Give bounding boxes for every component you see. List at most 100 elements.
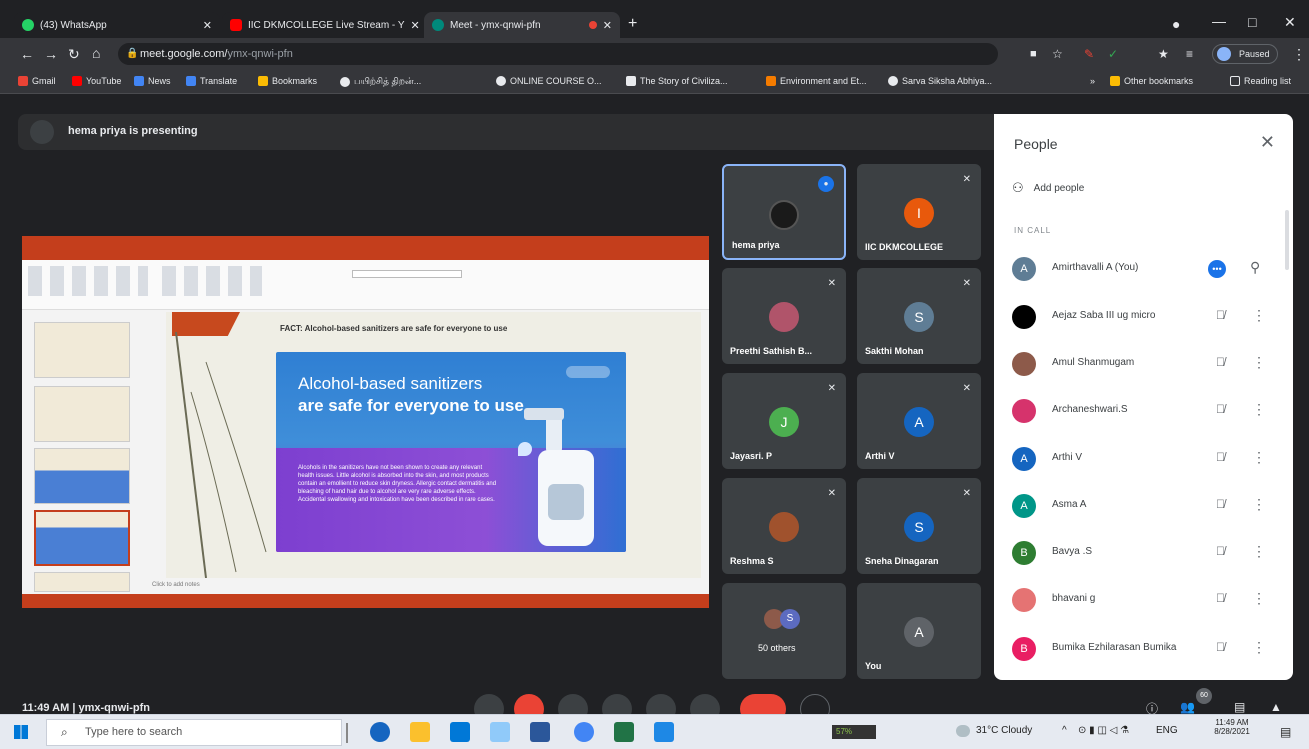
- mic-off-icon: 🎙̸: [1216, 497, 1225, 511]
- tray-chevron-icon[interactable]: ^: [1062, 725, 1067, 736]
- windows-taskbar: ⌕ Type here to search 57% 31°C Cloudy ^ …: [0, 714, 1309, 749]
- bookmark-sarva[interactable]: Sarva Siksha Abhiya...: [888, 76, 992, 86]
- app-icon[interactable]: [490, 722, 510, 742]
- account-icon[interactable]: ●: [1172, 17, 1180, 31]
- photos-icon[interactable]: [654, 722, 674, 742]
- shared-screen: FACT: Alcohol-based sanitizers are safe …: [22, 236, 709, 608]
- avatar: S: [780, 609, 800, 629]
- self-tile[interactable]: A You: [857, 583, 981, 679]
- participant-row[interactable]: B Bumika Ezhilarasan Bumika 🎙̸ ⋮: [994, 628, 1293, 668]
- windows-start-icon[interactable]: [14, 725, 28, 739]
- more-options-icon[interactable]: ⋮: [1252, 543, 1266, 560]
- close-icon[interactable]: ✕: [1260, 132, 1275, 153]
- pin-icon[interactable]: ⚲: [1250, 259, 1260, 276]
- people-icon[interactable]: 👥: [1180, 700, 1195, 714]
- bookmark-gmail[interactable]: Gmail: [18, 76, 56, 86]
- home-icon[interactable]: ⌂: [92, 46, 100, 60]
- slide-thumbnail: [34, 448, 130, 504]
- store-icon[interactable]: [450, 722, 470, 742]
- more-options-icon[interactable]: ⋮: [1252, 401, 1266, 418]
- mic-off-icon: ✕: [962, 383, 971, 394]
- word-icon[interactable]: [530, 722, 550, 742]
- bookmark-translate[interactable]: Translate: [186, 76, 237, 86]
- participant-tile[interactable]: ✕ S Sneha Dinagaran: [857, 478, 981, 574]
- participant-row[interactable]: A Arthi V 🎙̸ ⋮: [994, 438, 1293, 478]
- tab-whatsapp[interactable]: (43) WhatsApp ✕: [14, 12, 220, 38]
- participant-row[interactable]: B Bavya .S 🎙̸ ⋮: [994, 532, 1293, 572]
- bookmark-environment[interactable]: Environment and Et...: [766, 76, 867, 86]
- window-close-icon[interactable]: ✕: [1284, 15, 1296, 29]
- clock[interactable]: 11:49 AM 8/28/2021: [1214, 718, 1250, 736]
- bookmark-youtube[interactable]: YouTube: [72, 76, 121, 86]
- more-options-icon[interactable]: ⋮: [1252, 449, 1266, 466]
- profile-button[interactable]: Paused: [1212, 44, 1278, 64]
- extension-icon[interactable]: ✎: [1084, 47, 1094, 61]
- participant-tile[interactable]: ● hema priya: [722, 164, 846, 260]
- bookmark-star-icon[interactable]: ☆: [1052, 47, 1063, 61]
- participant-tile[interactable]: ✕ S Sakthi Mohan: [857, 268, 981, 364]
- participant-row[interactable]: bhavani g 🎙̸ ⋮: [994, 579, 1293, 619]
- mic-off-icon: ✕: [827, 278, 836, 289]
- back-icon[interactable]: ←: [20, 47, 34, 61]
- add-people-button[interactable]: ⚇ Add people: [1012, 180, 1084, 196]
- more-options-icon[interactable]: ⋮: [1252, 307, 1266, 324]
- language-label[interactable]: ENG: [1156, 725, 1178, 736]
- forward-icon[interactable]: →: [44, 47, 58, 61]
- chat-icon[interactable]: ▤: [1234, 700, 1245, 714]
- close-icon[interactable]: ✕: [603, 19, 612, 32]
- participant-row[interactable]: Amul Shanmugam 🎙̸ ⋮: [994, 343, 1293, 383]
- tab-youtube[interactable]: IIC DKMCOLLEGE Live Stream - Y ✕: [222, 12, 422, 38]
- excel-icon[interactable]: [614, 722, 634, 742]
- mic-off-icon: ✕: [827, 383, 836, 394]
- battery-widget[interactable]: 57%: [832, 725, 876, 739]
- url-input[interactable]: 🔒 meet.google.com/ymx-qnwi-pfn: [118, 43, 998, 65]
- close-icon[interactable]: ✕: [411, 19, 420, 32]
- more-options-icon[interactable]: ⋮: [1252, 639, 1266, 656]
- edge-icon[interactable]: [370, 722, 390, 742]
- notifications-icon[interactable]: ▤: [1280, 725, 1291, 739]
- participant-name: IIC DKMCOLLEGE: [865, 242, 943, 252]
- more-options-icon[interactable]: ⋮: [1252, 590, 1266, 607]
- participant-tile[interactable]: ✕ Reshma S: [722, 478, 846, 574]
- close-icon[interactable]: ✕: [203, 19, 212, 32]
- star-icon: [258, 76, 268, 86]
- others-tile[interactable]: S 50 others: [722, 583, 846, 679]
- bookmark-reading-list[interactable]: Reading list: [1230, 76, 1291, 86]
- reading-list-icon[interactable]: ≡: [1186, 47, 1193, 61]
- more-options-icon[interactable]: ⋮: [1252, 354, 1266, 371]
- weather-label[interactable]: 31°C Cloudy: [976, 725, 1032, 736]
- bookmark-bookmarks[interactable]: Bookmarks: [258, 76, 317, 86]
- participant-row[interactable]: Aejaz Saba III ug micro 🎙̸ ⋮: [994, 296, 1293, 336]
- activities-icon[interactable]: ▲: [1270, 700, 1282, 714]
- mic-off-icon: 🎙̸: [1216, 591, 1225, 605]
- tab-meet[interactable]: Meet - ymx-qnwi-pfn ✕: [424, 12, 620, 38]
- task-view-icon[interactable]: [346, 723, 348, 743]
- participant-row[interactable]: Archaneshwari.S 🎙̸ ⋮: [994, 390, 1293, 430]
- participant-tile[interactable]: ✕ J Jayasri. P: [722, 373, 846, 469]
- bookmark-other[interactable]: Other bookmarks: [1110, 76, 1193, 86]
- reload-icon[interactable]: ↻: [68, 47, 80, 61]
- new-tab-icon[interactable]: +: [628, 16, 637, 32]
- extensions-puzzle-icon[interactable]: ★: [1158, 47, 1169, 61]
- mic-off-icon: ✕: [827, 488, 836, 499]
- bookmark-story[interactable]: The Story of Civiliza...: [626, 76, 728, 86]
- maximize-icon[interactable]: □: [1248, 15, 1256, 29]
- participant-tile[interactable]: ✕ A Arthi V: [857, 373, 981, 469]
- more-options-icon[interactable]: ⋮: [1252, 496, 1266, 513]
- bookmark-tamil[interactable]: பயிற்சித் திறன்...: [340, 76, 421, 88]
- bookmark-news[interactable]: News: [134, 76, 171, 86]
- participant-tile[interactable]: ✕ I IIC DKMCOLLEGE: [857, 164, 981, 260]
- participant-row[interactable]: A Amirthavalli A (You) ••• ⚲: [994, 248, 1293, 288]
- file-explorer-icon[interactable]: [410, 722, 430, 742]
- bookmark-online-course[interactable]: ONLINE COURSE O...: [496, 76, 602, 86]
- extension-icon[interactable]: ✓: [1108, 47, 1118, 61]
- chrome-icon[interactable]: [574, 722, 594, 742]
- minimize-icon[interactable]: —: [1212, 14, 1226, 28]
- menu-kebab-icon[interactable]: ⋮: [1292, 47, 1306, 61]
- tray-icons[interactable]: ⊙ ▮ ◫ ◁ ⚗: [1078, 725, 1129, 736]
- participant-row[interactable]: A Asma A 🎙̸ ⋮: [994, 485, 1293, 525]
- participant-tile[interactable]: ✕ Preethi Sathish B...: [722, 268, 846, 364]
- taskbar-search-input[interactable]: ⌕ Type here to search: [46, 719, 342, 746]
- camera-icon[interactable]: ■: [1030, 47, 1037, 61]
- bookmarks-overflow[interactable]: »: [1090, 76, 1095, 86]
